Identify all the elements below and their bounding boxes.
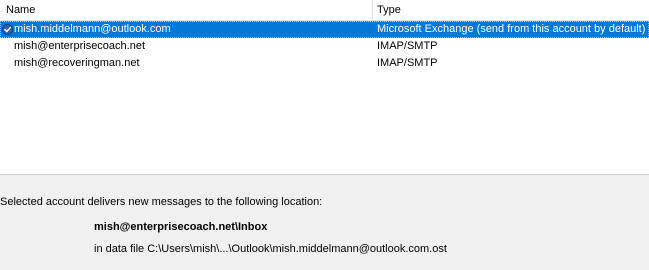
- default-check-icon: [2, 24, 13, 35]
- account-type: IMAP/SMTP: [377, 57, 438, 69]
- list-header: Name Type: [0, 0, 649, 21]
- account-row[interactable]: mish@recoveringman.net IMAP/SMTP: [0, 55, 649, 72]
- account-type: Microsoft Exchange (send from this accou…: [377, 23, 646, 35]
- column-header-name[interactable]: Name: [6, 0, 372, 20]
- data-file-path: in data file C:\Users\mish\...\Outlook\m…: [94, 243, 447, 255]
- account-name: mish@recoveringman.net: [14, 57, 140, 69]
- delivery-description: Selected account delivers new messages t…: [0, 196, 323, 208]
- account-name: mish.middelmann@outlook.com: [14, 23, 171, 35]
- account-row[interactable]: mish.middelmann@outlook.com Microsoft Ex…: [0, 21, 649, 38]
- delivery-location: mish@enterprisecoach.net\Inbox: [94, 221, 268, 233]
- account-name: mish@enterprisecoach.net: [14, 40, 146, 52]
- account-row[interactable]: mish@enterprisecoach.net IMAP/SMTP: [0, 38, 649, 55]
- accounts-list[interactable]: Name Type mish.middelmann@outlook.com Mi…: [0, 0, 649, 175]
- column-divider[interactable]: [372, 0, 373, 20]
- column-header-type[interactable]: Type: [377, 0, 649, 20]
- account-type: IMAP/SMTP: [377, 40, 438, 52]
